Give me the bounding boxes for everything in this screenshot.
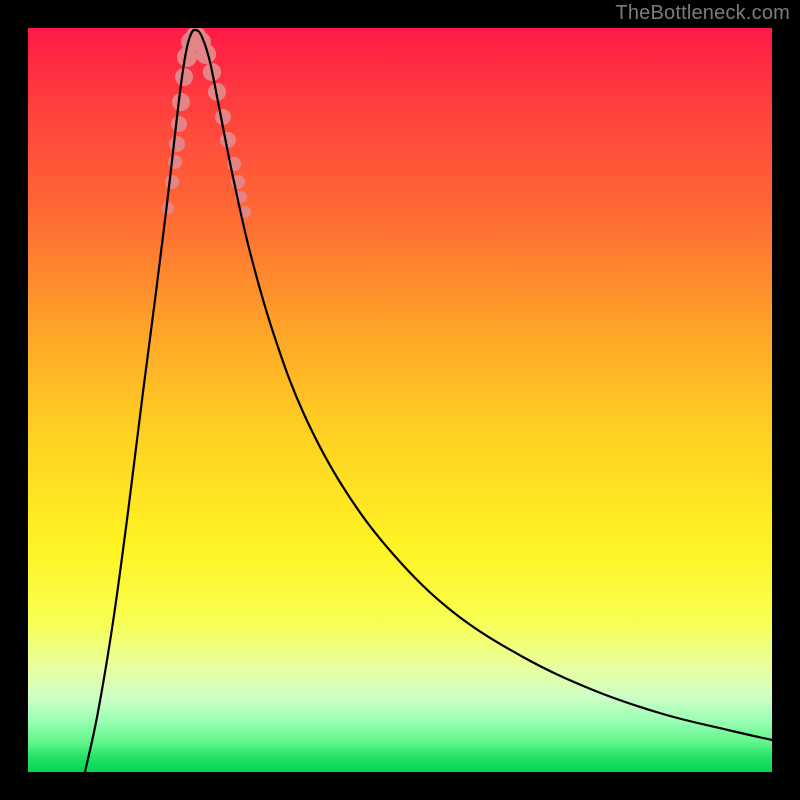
data-marker [168,155,182,169]
data-marker [172,93,190,111]
data-marker [165,175,179,189]
chart-frame: TheBottleneck.com [0,0,800,800]
data-marker [169,136,185,152]
data-marker [171,116,187,132]
attribution-label: TheBottleneck.com [615,2,790,25]
bottleneck-curve [85,30,772,772]
chart-svg [28,28,772,772]
data-marker [220,132,236,148]
plot-area [28,28,772,772]
